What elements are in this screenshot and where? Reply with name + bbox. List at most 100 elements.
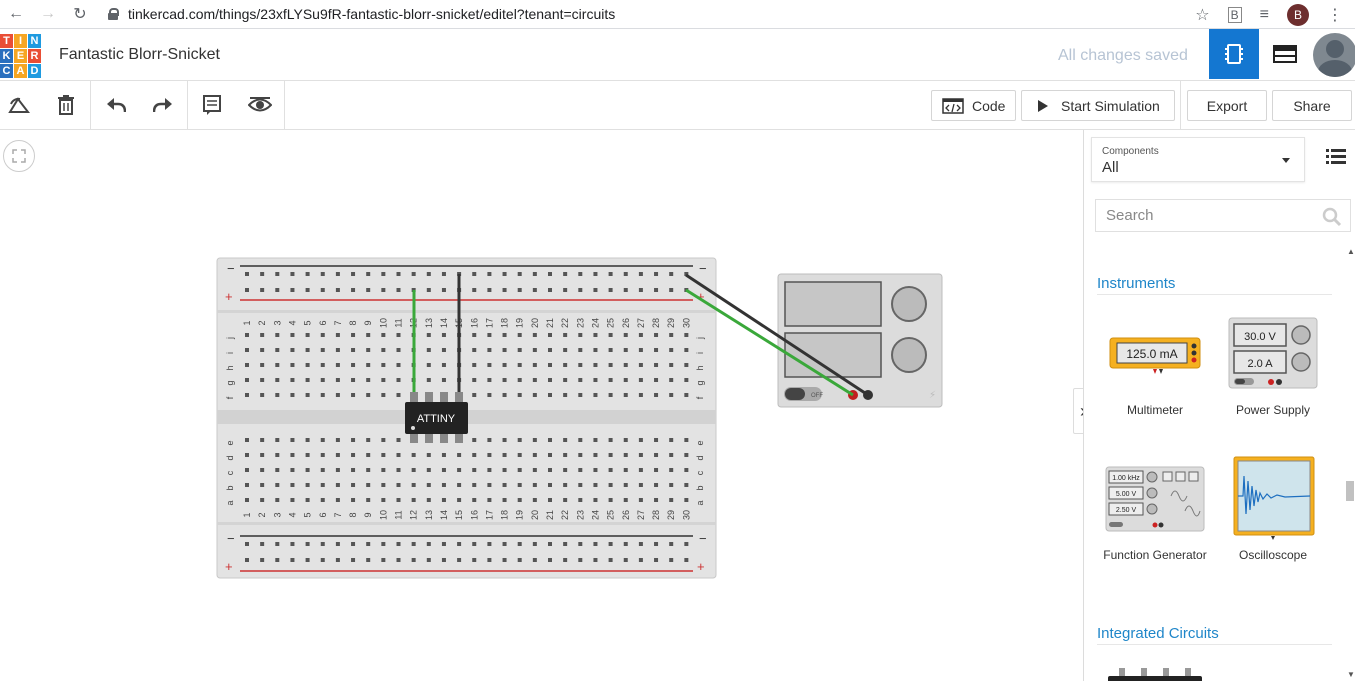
fg-frequency: 1.00 kHz bbox=[1112, 475, 1140, 482]
forward-icon[interactable]: → bbox=[32, 0, 64, 29]
extension-icon[interactable]: B bbox=[1227, 6, 1242, 23]
undo-icon[interactable] bbox=[103, 93, 129, 117]
share-button[interactable]: Share bbox=[1272, 90, 1352, 121]
breadboard-hole bbox=[351, 438, 356, 442]
breadboard-hole bbox=[305, 453, 310, 457]
breadboard-hole bbox=[245, 363, 249, 367]
start-simulation-button[interactable]: Start Simulation bbox=[1021, 90, 1175, 121]
breadboard-hole bbox=[366, 483, 371, 487]
breadboard-hole bbox=[320, 288, 325, 292]
breadboard-hole bbox=[684, 498, 689, 502]
notes-icon[interactable] bbox=[199, 93, 225, 117]
breadboard-hole bbox=[381, 348, 386, 352]
breadboard-hole bbox=[260, 393, 265, 397]
breadboard-hole bbox=[335, 453, 340, 457]
power-supply-component[interactable]: OFF ⚡ bbox=[777, 273, 943, 408]
breadboard-hole bbox=[245, 498, 249, 502]
breadboard-hole bbox=[608, 333, 613, 337]
breadboard-hole bbox=[335, 438, 340, 442]
breadboard-hole bbox=[532, 363, 537, 367]
breadboard-hole bbox=[351, 378, 356, 382]
breadboard-hole bbox=[290, 558, 295, 562]
breadboard-hole bbox=[623, 378, 628, 382]
editor-toolbar: Code Start Simulation Export Share bbox=[0, 81, 1355, 130]
panel-scrollbar[interactable] bbox=[1346, 481, 1354, 501]
breadboard-hole bbox=[245, 348, 249, 352]
oscilloscope-thumbnail[interactable] bbox=[1233, 456, 1315, 540]
breadboard-hole bbox=[638, 348, 643, 352]
toolbar-divider bbox=[1180, 81, 1181, 129]
multimeter-thumbnail[interactable]: 125.0 mA bbox=[1109, 336, 1201, 376]
export-button[interactable]: Export bbox=[1187, 90, 1267, 121]
rotate-icon[interactable] bbox=[6, 93, 32, 117]
circuit-canvas[interactable]: − − + + − − + + 1 1 2 2 3 3 4 4 5 5 6 6 7 7 8 8 9 9 10 10 11… bbox=[0, 130, 1083, 681]
breadboard-hole bbox=[305, 498, 310, 502]
breadboard-hole bbox=[623, 453, 628, 457]
breadboard-hole bbox=[532, 483, 537, 487]
breadboard-hole bbox=[608, 483, 613, 487]
breadboard-hole bbox=[502, 288, 507, 292]
profile-avatar[interactable]: B bbox=[1287, 3, 1309, 26]
bookmark-star-icon[interactable]: ☆ bbox=[1195, 5, 1209, 25]
breadboard-hole bbox=[472, 542, 477, 546]
breadboard-hole bbox=[669, 288, 674, 292]
function-generator-thumbnail[interactable]: 1.00 kHz 5.00 V 2.50 V bbox=[1105, 466, 1205, 532]
breadboard-hole bbox=[532, 438, 537, 442]
breadboard-hole bbox=[366, 333, 371, 337]
rail-plus-label: + bbox=[225, 289, 233, 304]
logo-letter: A bbox=[14, 64, 27, 78]
tinkercad-logo[interactable]: TIN KER CAD bbox=[0, 34, 41, 78]
breadboard-hole bbox=[517, 468, 522, 472]
reload-icon[interactable]: ↻ bbox=[64, 0, 96, 29]
breadboard-hole bbox=[320, 498, 325, 502]
breadboard-hole bbox=[608, 453, 613, 457]
breadboard-label: 29 bbox=[666, 510, 676, 520]
breadboard-hole bbox=[305, 348, 310, 352]
breadboard-hole bbox=[290, 378, 295, 382]
breadboard-label: 28 bbox=[651, 510, 661, 520]
list-view-icon[interactable] bbox=[1326, 148, 1346, 164]
delete-icon[interactable] bbox=[53, 93, 79, 117]
breadboard-hole bbox=[502, 393, 507, 397]
media-icon[interactable]: ≡ bbox=[1260, 6, 1269, 24]
breadboard-hole bbox=[305, 483, 310, 487]
breadboard-label: 19 bbox=[515, 318, 525, 328]
ic-thumbnail[interactable] bbox=[1105, 665, 1205, 681]
back-icon[interactable]: ← bbox=[0, 0, 32, 29]
breadboard-hole bbox=[381, 483, 386, 487]
breadboard-hole bbox=[608, 272, 613, 276]
project-title[interactable]: Fantastic Blorr-Snicket bbox=[59, 46, 220, 64]
browser-toolbar: ← → ↻ tinkercad.com/things/23xfLYSu9fR-f… bbox=[0, 0, 1355, 29]
breadboard-hole bbox=[472, 348, 477, 352]
scroll-up-arrow-icon[interactable]: ▲ bbox=[1347, 247, 1355, 256]
breadboard-label: 28 bbox=[651, 318, 661, 328]
breadboard-hole bbox=[275, 288, 280, 292]
components-dropdown[interactable]: Components All bbox=[1091, 137, 1305, 182]
breadboard-hole bbox=[351, 558, 356, 562]
breadboard-hole bbox=[578, 348, 583, 352]
breadboard-label: 8 bbox=[348, 512, 358, 517]
user-avatar[interactable] bbox=[1313, 33, 1355, 77]
breadboard-hole bbox=[517, 438, 522, 442]
component-list-view-button[interactable] bbox=[1260, 29, 1310, 79]
export-label: Export bbox=[1206, 97, 1248, 114]
breadboard-hole bbox=[608, 363, 613, 367]
power-supply-thumbnail[interactable]: 30.0 V 2.0 A bbox=[1228, 317, 1318, 389]
breadboard-hole bbox=[487, 438, 492, 442]
redo-icon[interactable] bbox=[150, 93, 176, 117]
code-button[interactable]: Code bbox=[931, 90, 1016, 121]
breadboard-hole bbox=[593, 363, 598, 367]
visibility-icon[interactable] bbox=[247, 93, 273, 117]
circuit-view-button[interactable] bbox=[1209, 29, 1259, 79]
breadboard-hole bbox=[381, 542, 386, 546]
breadboard-label: j bbox=[695, 337, 705, 340]
menu-dots-icon[interactable]: ⋮ bbox=[1327, 5, 1343, 25]
breadboard-hole bbox=[638, 272, 643, 276]
search-input[interactable]: Search bbox=[1095, 199, 1351, 232]
breadboard-hole bbox=[563, 468, 568, 472]
scroll-down-arrow-icon[interactable]: ▼ bbox=[1347, 670, 1355, 679]
breadboard-label: 9 bbox=[363, 320, 373, 325]
address-bar[interactable]: tinkercad.com/things/23xfLYSu9fR-fantast… bbox=[108, 6, 615, 22]
play-icon bbox=[1038, 99, 1048, 112]
caret-down-icon bbox=[1282, 158, 1290, 163]
